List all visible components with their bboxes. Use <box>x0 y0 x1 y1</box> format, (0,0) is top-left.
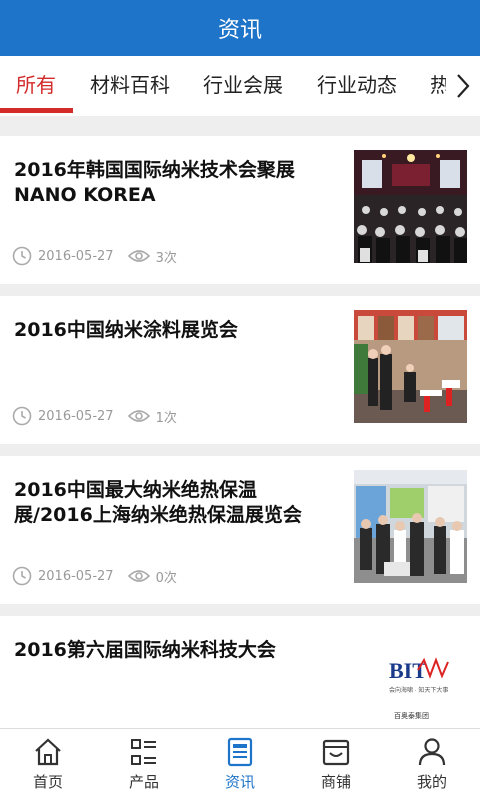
article-views: 3次 <box>155 250 177 266</box>
article-meta: 2016-05-27 1次 <box>12 404 191 428</box>
eye-icon <box>127 248 150 264</box>
eye-icon <box>127 408 150 424</box>
svg-text:会向海啸 · 知天下大事: 会向海啸 · 知天下大事 <box>389 686 448 694</box>
user-icon <box>418 738 446 766</box>
chevron-right-icon <box>457 74 470 98</box>
article-date: 2016-05-27 <box>38 568 114 584</box>
tab-all[interactable]: 所有 <box>16 56 56 116</box>
nav-shop[interactable]: 商铺 <box>288 729 384 800</box>
article-date: 2016-05-27 <box>38 408 114 424</box>
exhibition-visitors-photo <box>354 470 467 583</box>
app-screen: 资讯 所有 材料百科 行业会展 行业动态 热 2016年韩国国际纳米技术会聚展N… <box>0 0 480 800</box>
article-views: 0次 <box>155 570 177 586</box>
article-card[interactable]: 2016中国纳米涂料展览会 2016-05-27 1次 <box>0 296 480 444</box>
news-icon <box>227 737 253 767</box>
tab-industry-exhibitions[interactable]: 行业会展 <box>203 56 283 116</box>
article-card[interactable]: 2016中国最大纳米绝热保温展/2016上海纳米绝热保温展览会 2016-05-… <box>0 456 480 604</box>
nav-news[interactable]: 资讯 <box>192 729 288 800</box>
article-meta: 2016-05-27 0次 <box>12 564 191 588</box>
nav-shop-label: 商铺 <box>320 773 351 791</box>
nav-home-label: 首页 <box>32 773 63 791</box>
clock-icon <box>12 406 32 426</box>
bottom-navigation: 首页 产品 资讯 商铺 我的 <box>0 728 480 800</box>
article-meta: 2016-05-27 3次 <box>12 244 191 268</box>
article-views: 1次 <box>155 410 177 426</box>
article-thumbnail[interactable] <box>354 470 467 583</box>
article-thumbnail[interactable] <box>354 150 467 263</box>
article-card[interactable]: 2016第六届国际纳米科技大会 BIT 会向海啸 · 知天下大事 百奥泰集团 <box>0 616 480 743</box>
bit-logo: BIT 会向海啸 · 知天下大事 百奥泰集团 <box>354 630 467 743</box>
nav-home[interactable]: 首页 <box>0 729 96 800</box>
article-date: 2016-05-27 <box>38 248 114 264</box>
product-list-icon <box>131 739 156 765</box>
article-thumbnail[interactable] <box>354 310 467 423</box>
tabs-scroll-right-button[interactable] <box>446 56 480 116</box>
clock-icon <box>12 246 32 266</box>
article-thumbnail[interactable]: BIT 会向海啸 · 知天下大事 百奥泰集团 <box>354 630 467 743</box>
article-title: 2016中国纳米涂料展览会 <box>14 319 238 341</box>
clock-icon <box>12 566 32 586</box>
article-title: 2016年韩国国际纳米技术会聚展NANO KOREA <box>14 159 295 206</box>
nav-products-label: 产品 <box>128 773 159 791</box>
active-tab-indicator <box>0 108 73 113</box>
home-icon <box>35 738 61 766</box>
category-tabs: 所有 材料百科 行业会展 行业动态 热 <box>0 56 480 116</box>
svg-text:百奥泰集团: 百奥泰集团 <box>394 711 429 720</box>
nav-news-label: 资讯 <box>224 773 255 791</box>
nav-products[interactable]: 产品 <box>96 729 192 800</box>
shop-icon <box>322 739 350 766</box>
tab-materials-encyclopedia[interactable]: 材料百科 <box>90 56 170 116</box>
exhibition-booth-photo <box>354 310 467 423</box>
title-bar: 资讯 <box>0 0 480 56</box>
conference-hall-photo <box>354 150 467 263</box>
eye-icon <box>127 568 150 584</box>
article-card[interactable]: 2016年韩国国际纳米技术会聚展NANO KOREA 2016-05-27 3次 <box>0 136 480 284</box>
nav-mine-label: 我的 <box>416 773 447 791</box>
nav-mine[interactable]: 我的 <box>384 729 480 800</box>
article-title: 2016第六届国际纳米科技大会 <box>14 639 276 661</box>
tab-industry-news[interactable]: 行业动态 <box>317 56 397 116</box>
svg-text:BIT: BIT <box>389 658 427 683</box>
article-title: 2016中国最大纳米绝热保温展/2016上海纳米绝热保温展览会 <box>14 479 302 526</box>
page-title: 资讯 <box>217 18 262 43</box>
